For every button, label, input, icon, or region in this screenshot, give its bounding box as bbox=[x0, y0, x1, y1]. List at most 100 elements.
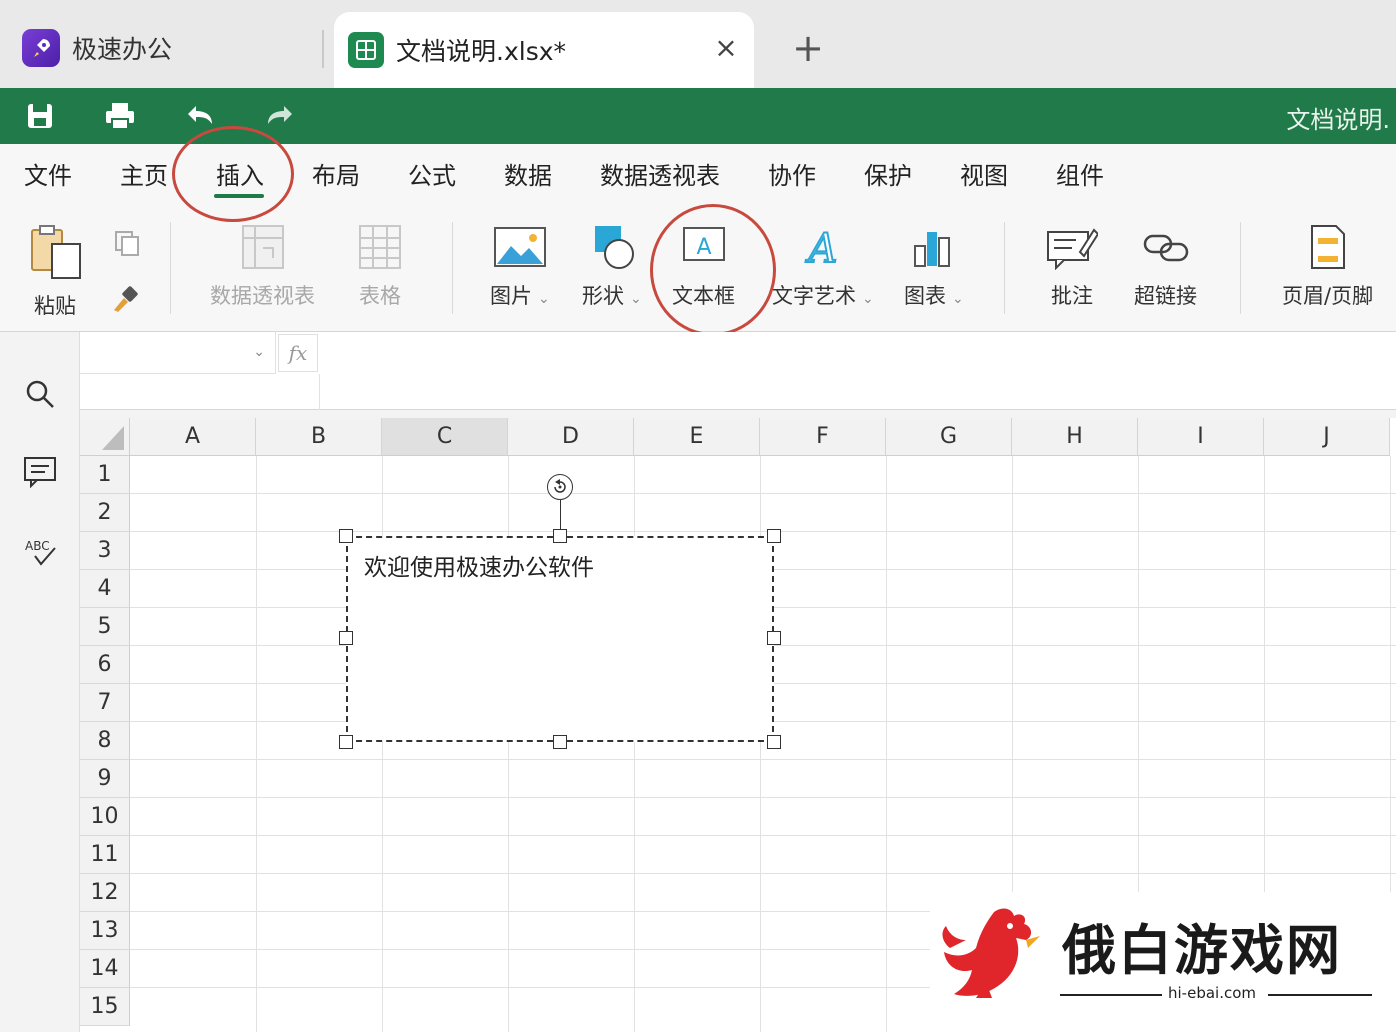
resize-handle[interactable] bbox=[339, 631, 353, 645]
menu-file[interactable]: 文件 bbox=[24, 156, 72, 191]
chevron-down-icon[interactable]: ⌄ bbox=[253, 344, 265, 360]
insert-function-button[interactable]: fx bbox=[278, 334, 318, 372]
shape-button[interactable]: 形状 ⌄ bbox=[582, 224, 642, 310]
close-tab-icon[interactable]: × bbox=[712, 34, 740, 62]
word-art-label: 文字艺术 ⌄ bbox=[772, 284, 874, 308]
column-header-e[interactable]: E bbox=[634, 418, 760, 456]
text-box-object[interactable]: 欢迎使用极速办公软件 bbox=[346, 536, 774, 742]
formula-bar-spacer bbox=[80, 374, 320, 410]
table-icon bbox=[358, 224, 402, 274]
quick-access-toolbar: 文档说明. bbox=[0, 88, 1396, 144]
row-header[interactable]: 1 bbox=[80, 456, 130, 494]
resize-handle[interactable] bbox=[553, 735, 567, 749]
menu-view[interactable]: 视图 bbox=[960, 156, 1008, 191]
column-header-c[interactable]: C bbox=[382, 418, 508, 456]
row-header[interactable]: 4 bbox=[80, 570, 130, 608]
side-rail: ABC bbox=[0, 332, 80, 1032]
menu-collaborate[interactable]: 协作 bbox=[768, 156, 816, 191]
resize-handle[interactable] bbox=[339, 735, 353, 749]
resize-handle[interactable] bbox=[767, 631, 781, 645]
formula-bar: ⌄ fx bbox=[80, 332, 1396, 410]
app-tab-label: 极速办公 bbox=[72, 35, 173, 64]
ribbon-divider bbox=[452, 222, 453, 314]
picture-label: 图片 ⌄ bbox=[490, 284, 550, 308]
paste-icon bbox=[26, 224, 84, 286]
row-header[interactable]: 6 bbox=[80, 646, 130, 684]
text-box-icon: A bbox=[680, 224, 728, 274]
chart-button[interactable]: 图表 ⌄ bbox=[904, 224, 964, 310]
column-header-i[interactable]: I bbox=[1138, 418, 1264, 456]
row-header[interactable]: 15 bbox=[80, 988, 130, 1026]
undo-icon[interactable] bbox=[182, 98, 218, 134]
rooster-logo-icon bbox=[936, 902, 1052, 1016]
new-tab-button[interactable]: + bbox=[790, 28, 826, 68]
row-header[interactable]: 8 bbox=[80, 722, 130, 760]
resize-handle[interactable] bbox=[553, 529, 567, 543]
row-header[interactable]: 7 bbox=[80, 684, 130, 722]
column-header-b[interactable]: B bbox=[256, 418, 382, 456]
search-icon[interactable] bbox=[20, 374, 60, 414]
text-box-content[interactable]: 欢迎使用极速办公软件 bbox=[364, 548, 594, 582]
document-tab[interactable]: 文档说明.xlsx* × bbox=[334, 12, 754, 88]
format-painter-icon[interactable] bbox=[110, 284, 140, 318]
column-header-a[interactable]: A bbox=[130, 418, 256, 456]
text-box-button[interactable]: A 文本框 bbox=[672, 224, 735, 310]
save-icon[interactable] bbox=[22, 98, 58, 134]
menu-protect[interactable]: 保护 bbox=[864, 156, 912, 191]
name-box[interactable]: ⌄ bbox=[80, 332, 276, 374]
comment-panel-icon[interactable] bbox=[20, 452, 60, 492]
resize-handle[interactable] bbox=[339, 529, 353, 543]
menu-components[interactable]: 组件 bbox=[1056, 156, 1104, 191]
row-header[interactable]: 10 bbox=[80, 798, 130, 836]
column-header-g[interactable]: G bbox=[886, 418, 1012, 456]
rotate-handle-icon[interactable] bbox=[547, 474, 573, 500]
menu-layout[interactable]: 布局 bbox=[312, 156, 360, 191]
active-menu-indicator bbox=[214, 194, 264, 198]
grid-line bbox=[130, 835, 1396, 836]
row-header[interactable]: 3 bbox=[80, 532, 130, 570]
redo-icon[interactable] bbox=[262, 98, 298, 134]
paste-label: 粘贴 bbox=[34, 294, 76, 318]
row-header[interactable]: 12 bbox=[80, 874, 130, 912]
grid-line bbox=[130, 797, 1396, 798]
watermark-title: 俄白游戏网 bbox=[1062, 919, 1342, 982]
row-header[interactable]: 11 bbox=[80, 836, 130, 874]
resize-handle[interactable] bbox=[767, 735, 781, 749]
spreadsheet-icon bbox=[348, 32, 384, 68]
resize-handle[interactable] bbox=[767, 529, 781, 543]
menu-home[interactable]: 主页 bbox=[120, 156, 168, 191]
pivot-table-button[interactable]: 数据透视表 bbox=[210, 224, 315, 310]
grid-line bbox=[886, 456, 887, 1032]
rocket-icon bbox=[22, 29, 60, 67]
comment-icon bbox=[1046, 224, 1100, 274]
menu-insert[interactable]: 插入 bbox=[216, 156, 264, 191]
row-header[interactable]: 13 bbox=[80, 912, 130, 950]
picture-button[interactable]: 图片 ⌄ bbox=[490, 224, 550, 310]
column-header-h[interactable]: H bbox=[1012, 418, 1138, 456]
app-tab[interactable]: 极速办公 bbox=[22, 28, 172, 68]
paste-button[interactable]: 粘贴 bbox=[26, 224, 84, 320]
column-header-j[interactable]: J bbox=[1264, 418, 1390, 456]
select-all-corner[interactable] bbox=[80, 418, 130, 456]
grid-line bbox=[130, 759, 1396, 760]
column-header-f[interactable]: F bbox=[760, 418, 886, 456]
row-header[interactable]: 14 bbox=[80, 950, 130, 988]
site-watermark: 俄白游戏网 hi-ebai.com bbox=[930, 892, 1396, 1032]
table-button[interactable]: 表格 bbox=[358, 224, 402, 310]
print-icon[interactable] bbox=[102, 98, 138, 134]
word-art-button[interactable]: A 文字艺术 ⌄ bbox=[772, 224, 874, 310]
copy-icon[interactable] bbox=[112, 228, 142, 262]
menu-formula[interactable]: 公式 bbox=[408, 156, 456, 191]
row-header[interactable]: 2 bbox=[80, 494, 130, 532]
menu-pivot-table[interactable]: 数据透视表 bbox=[600, 156, 720, 191]
menu-data[interactable]: 数据 bbox=[504, 156, 552, 191]
svg-text:ABC: ABC bbox=[25, 539, 50, 553]
hyperlink-button[interactable]: 超链接 bbox=[1134, 224, 1197, 310]
comment-button[interactable]: 批注 bbox=[1046, 224, 1100, 310]
column-header-d[interactable]: D bbox=[508, 418, 634, 456]
row-header[interactable]: 9 bbox=[80, 760, 130, 798]
row-header[interactable]: 5 bbox=[80, 608, 130, 646]
grid-line bbox=[130, 493, 1396, 494]
header-footer-button[interactable]: 页眉/页脚 bbox=[1282, 224, 1373, 310]
spellcheck-icon[interactable]: ABC bbox=[20, 532, 60, 572]
